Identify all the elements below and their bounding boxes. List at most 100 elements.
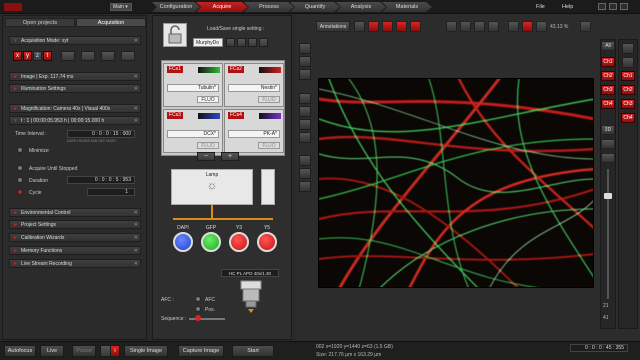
tab-materials[interactable]: Materials bbox=[382, 2, 432, 12]
crosshair-icon[interactable] bbox=[460, 21, 471, 32]
mode-upload-icon[interactable] bbox=[121, 51, 135, 61]
mode-tiles-icon[interactable] bbox=[81, 51, 95, 61]
measure-tool-icon[interactable] bbox=[382, 21, 393, 32]
add-filter-button[interactable]: + bbox=[221, 152, 239, 161]
maximize-window-button[interactable] bbox=[609, 3, 617, 10]
side-ch2-button[interactable]: Ch2 bbox=[621, 85, 635, 95]
time-interval-field[interactable]: 0 : 0 : 0 : 15 : 000 bbox=[67, 130, 135, 138]
axis-y-button[interactable]: y bbox=[23, 51, 32, 61]
channel-1-button[interactable]: Ch1 bbox=[601, 57, 615, 67]
minimize-radio[interactable] bbox=[17, 147, 23, 153]
fc2-fluo[interactable]: FLUO bbox=[258, 96, 280, 103]
overlay-icon[interactable] bbox=[299, 119, 311, 130]
minimize-window-button[interactable] bbox=[598, 3, 606, 10]
annotations-button[interactable]: Annotations bbox=[316, 21, 350, 32]
open-icon[interactable] bbox=[237, 38, 246, 47]
cycle-radio[interactable] bbox=[17, 189, 23, 195]
channel-4-button[interactable]: Ch4 bbox=[601, 99, 615, 109]
remove-filter-button[interactable]: − bbox=[197, 152, 215, 161]
fc3-dye-select[interactable]: DCX* bbox=[167, 130, 219, 138]
environmental-control-header[interactable]: ► Environmental Control ✕ bbox=[9, 208, 141, 217]
histogram-icon[interactable] bbox=[299, 93, 311, 104]
microscopy-image[interactable] bbox=[318, 78, 594, 288]
zoom-reset-icon[interactable] bbox=[522, 21, 533, 32]
lamp-box[interactable]: Lamp ☼ bbox=[171, 169, 253, 205]
side-ch3-button[interactable]: Ch3 bbox=[621, 99, 635, 109]
live-stream-recording-header[interactable]: ► Live Stream Recording ✕ bbox=[9, 259, 141, 268]
y3-button[interactable] bbox=[229, 232, 249, 252]
project-settings-header[interactable]: ► Project Settings ✕ bbox=[9, 220, 141, 229]
info-icon[interactable] bbox=[299, 181, 311, 192]
mode-grid-icon[interactable] bbox=[61, 51, 75, 61]
pointer-tool-icon[interactable] bbox=[354, 21, 365, 32]
axis-z-button[interactable]: z bbox=[33, 51, 42, 61]
menu-help[interactable]: Help bbox=[562, 2, 573, 12]
zoom-in-icon[interactable] bbox=[508, 21, 519, 32]
side-ch1-button[interactable]: Ch1 bbox=[621, 71, 635, 81]
start-button[interactable]: Start bbox=[232, 345, 274, 357]
z-slider-track[interactable] bbox=[607, 169, 609, 299]
close-window-button[interactable] bbox=[620, 3, 628, 10]
zoom-out-icon[interactable] bbox=[536, 21, 547, 32]
load-icon[interactable] bbox=[226, 38, 235, 47]
objective-icon[interactable] bbox=[239, 279, 263, 315]
sequence-slider-handle[interactable] bbox=[195, 315, 201, 321]
cycle-field[interactable]: 1 bbox=[87, 188, 135, 196]
channel-all-button[interactable]: All bbox=[601, 41, 615, 51]
channel-2-button[interactable]: Ch2 bbox=[601, 71, 615, 81]
view-split-icon[interactable] bbox=[299, 69, 311, 80]
fc1-dye-select[interactable]: Tubulin* bbox=[167, 84, 219, 92]
snapshot-icon[interactable] bbox=[299, 155, 311, 166]
draw-tool-icon[interactable] bbox=[368, 21, 379, 32]
duration-radio[interactable] bbox=[17, 177, 23, 183]
fc4-dye-select[interactable]: PK-A* bbox=[228, 130, 280, 138]
live-button[interactable]: Live bbox=[40, 345, 64, 357]
fit-icon[interactable] bbox=[488, 21, 499, 32]
image-exposure-header[interactable]: ► Image | Exp. 117.74 ms ✕ bbox=[9, 72, 141, 81]
dapi-button[interactable] bbox=[173, 232, 193, 252]
mode-stack-icon[interactable] bbox=[101, 51, 115, 61]
calibration-wizards-header[interactable]: ► Calibration Wizards ✕ bbox=[9, 233, 141, 242]
save-as-icon[interactable] bbox=[259, 38, 268, 47]
tab-open-projects[interactable]: Open projects bbox=[5, 18, 75, 27]
fc1-fluo[interactable]: FLUO bbox=[197, 96, 219, 103]
side-ch4-button[interactable]: Ch4 bbox=[621, 113, 635, 123]
lock-icon[interactable] bbox=[163, 23, 187, 47]
tab-process[interactable]: Process bbox=[244, 2, 294, 12]
axis-x-button[interactable]: x bbox=[13, 51, 22, 61]
export-icon[interactable] bbox=[299, 168, 311, 179]
fc3-fluo[interactable]: FLUO bbox=[197, 142, 219, 149]
slice-icon[interactable] bbox=[601, 139, 615, 149]
tab-quantify[interactable]: Quantify bbox=[290, 2, 340, 12]
channel-3-button[interactable]: Ch3 bbox=[601, 85, 615, 95]
tab-analysis[interactable]: Analysis bbox=[336, 2, 386, 12]
tab-acquire[interactable]: Acquire bbox=[196, 2, 248, 12]
single-image-button[interactable]: Single Image bbox=[124, 345, 168, 357]
illumination-settings-header[interactable]: ► Illumination Settings ✕ bbox=[9, 84, 141, 93]
info-icon[interactable]: i bbox=[110, 345, 120, 357]
y5-button[interactable] bbox=[257, 232, 277, 252]
afc-radio[interactable] bbox=[195, 296, 201, 302]
panel-tool-2-icon[interactable] bbox=[622, 57, 634, 68]
view-single-icon[interactable] bbox=[299, 43, 311, 54]
autofocus-button[interactable]: Autofocus bbox=[4, 345, 36, 357]
view-grid-icon[interactable] bbox=[299, 56, 311, 67]
lut-icon[interactable] bbox=[299, 106, 311, 117]
tab-acquisition[interactable]: Acquisition bbox=[76, 18, 146, 27]
gfp-button[interactable] bbox=[201, 232, 221, 252]
projection-icon[interactable] bbox=[601, 153, 615, 163]
view-3d-button[interactable]: 3D bbox=[601, 125, 615, 135]
acquire-until-stopped-radio[interactable] bbox=[17, 165, 23, 171]
check-tool-icon[interactable] bbox=[410, 21, 421, 32]
settings-icon[interactable] bbox=[580, 21, 591, 32]
capture-image-button[interactable]: Capture Image bbox=[178, 345, 224, 357]
line-tool-icon[interactable] bbox=[446, 21, 457, 32]
pan-hand-icon[interactable] bbox=[474, 21, 485, 32]
tab-configuration[interactable]: Configuration bbox=[152, 2, 200, 12]
axis-t-button[interactable]: t bbox=[43, 51, 52, 61]
pause-button[interactable]: Pause bbox=[72, 345, 96, 357]
menu-file[interactable]: File bbox=[536, 2, 545, 12]
memory-functions-header[interactable]: ► Memory Functions ✕ bbox=[9, 246, 141, 255]
magnification-header[interactable]: ► Magnification: Camera 40x | Visual 400x… bbox=[9, 104, 141, 113]
save-icon[interactable] bbox=[248, 38, 257, 47]
